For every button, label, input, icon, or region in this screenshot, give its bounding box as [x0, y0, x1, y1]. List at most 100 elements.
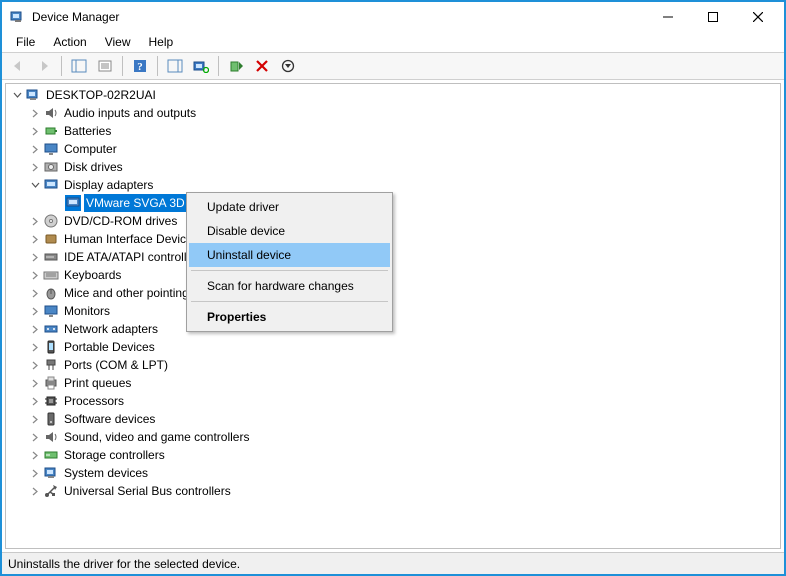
- maximize-button[interactable]: [690, 3, 735, 31]
- tree-label: Universal Serial Bus controllers: [62, 482, 233, 500]
- disable-device-button[interactable]: [276, 55, 300, 77]
- chevron-right-icon[interactable]: [28, 322, 42, 336]
- chevron-right-icon[interactable]: [28, 394, 42, 408]
- tree-label: VMware SVGA 3D: [84, 194, 187, 212]
- tree-label: Display adapters: [62, 176, 155, 194]
- tree-sound[interactable]: Sound, video and game controllers: [6, 428, 780, 446]
- software-device-icon: [43, 411, 59, 427]
- sound-icon: [43, 429, 59, 445]
- tree-monitors[interactable]: Monitors: [6, 302, 780, 320]
- chevron-right-icon[interactable]: [28, 106, 42, 120]
- disk-icon: [43, 159, 59, 175]
- tree-network[interactable]: Network adapters: [6, 320, 780, 338]
- chevron-right-icon[interactable]: [28, 466, 42, 480]
- chevron-right-icon[interactable]: [28, 232, 42, 246]
- menu-action[interactable]: Action: [45, 33, 94, 51]
- show-hide-console-tree-button[interactable]: [67, 55, 91, 77]
- ctx-scan-hardware[interactable]: Scan for hardware changes: [189, 274, 390, 298]
- properties-button[interactable]: [93, 55, 117, 77]
- ctx-properties[interactable]: Properties: [189, 305, 390, 329]
- uninstall-device-button[interactable]: [250, 55, 274, 77]
- tree-root[interactable]: DESKTOP-02R2UAI: [6, 86, 780, 104]
- tree-processors[interactable]: Processors: [6, 392, 780, 410]
- hid-icon: [43, 231, 59, 247]
- device-manager-window: Device Manager File Action View Help: [0, 0, 786, 576]
- tree-label: Monitors: [62, 302, 112, 320]
- tree-display-child[interactable]: VMware SVGA 3D: [6, 194, 780, 212]
- status-text: Uninstalls the driver for the selected d…: [8, 557, 240, 571]
- menu-view[interactable]: View: [97, 33, 139, 51]
- close-button[interactable]: [735, 3, 780, 31]
- titlebar: Device Manager: [2, 2, 784, 32]
- scan-hardware-button[interactable]: [189, 55, 213, 77]
- action-pane-button[interactable]: [163, 55, 187, 77]
- tree-label: Storage controllers: [62, 446, 167, 464]
- network-icon: [43, 321, 59, 337]
- chevron-right-icon[interactable]: [28, 160, 42, 174]
- tree-audio[interactable]: Audio inputs and outputs: [6, 104, 780, 122]
- help-button[interactable]: ?: [128, 55, 152, 77]
- twisty-none: [50, 196, 64, 210]
- tree-label: Audio inputs and outputs: [62, 104, 198, 122]
- port-icon: [43, 357, 59, 373]
- menu-help[interactable]: Help: [141, 33, 182, 51]
- display-adapter-icon: [43, 177, 59, 193]
- tree-portable[interactable]: Portable Devices: [6, 338, 780, 356]
- tree-disks[interactable]: Disk drives: [6, 158, 780, 176]
- keyboard-icon: [43, 267, 59, 283]
- tree-print[interactable]: Print queues: [6, 374, 780, 392]
- tree-label: Batteries: [62, 122, 113, 140]
- app-icon: [10, 9, 26, 25]
- tree-software[interactable]: Software devices: [6, 410, 780, 428]
- system-device-icon: [43, 465, 59, 481]
- menu-file[interactable]: File: [8, 33, 43, 51]
- back-button: [6, 55, 30, 77]
- chevron-right-icon[interactable]: [28, 358, 42, 372]
- tree-batteries[interactable]: Batteries: [6, 122, 780, 140]
- tree-usb[interactable]: Universal Serial Bus controllers: [6, 482, 780, 500]
- chevron-down-icon[interactable]: [28, 178, 42, 192]
- tree-keyboards[interactable]: Keyboards: [6, 266, 780, 284]
- update-driver-button[interactable]: [224, 55, 248, 77]
- chevron-right-icon[interactable]: [28, 124, 42, 138]
- chevron-right-icon[interactable]: [28, 250, 42, 264]
- tree-label: Portable Devices: [62, 338, 157, 356]
- tree-dvd[interactable]: DVD/CD-ROM drives: [6, 212, 780, 230]
- toolbar: ?: [2, 52, 784, 80]
- window-title: Device Manager: [32, 10, 119, 24]
- tree-storage[interactable]: Storage controllers: [6, 446, 780, 464]
- tree-ports[interactable]: Ports (COM & LPT): [6, 356, 780, 374]
- ctx-uninstall-device[interactable]: Uninstall device: [189, 243, 390, 267]
- tree-mice[interactable]: Mice and other pointing devices: [6, 284, 780, 302]
- chevron-right-icon[interactable]: [28, 268, 42, 282]
- chevron-right-icon[interactable]: [28, 340, 42, 354]
- chevron-right-icon[interactable]: [28, 304, 42, 318]
- speaker-icon: [43, 105, 59, 121]
- monitor-icon: [43, 141, 59, 157]
- chevron-right-icon[interactable]: [28, 376, 42, 390]
- tree-label: Keyboards: [62, 266, 123, 284]
- ctx-disable-device[interactable]: Disable device: [189, 219, 390, 243]
- display-adapter-icon: [65, 195, 81, 211]
- minimize-button[interactable]: [645, 3, 690, 31]
- ctx-update-driver[interactable]: Update driver: [189, 195, 390, 219]
- tree-hid[interactable]: Human Interface Devices: [6, 230, 780, 248]
- tree-ide[interactable]: IDE ATA/ATAPI controllers: [6, 248, 780, 266]
- device-tree-pane[interactable]: DESKTOP-02R2UAI Audio inputs and outputs…: [5, 83, 781, 549]
- chevron-right-icon[interactable]: [28, 142, 42, 156]
- chevron-right-icon[interactable]: [28, 430, 42, 444]
- usb-icon: [43, 483, 59, 499]
- tree-computer[interactable]: Computer: [6, 140, 780, 158]
- tree-label: DVD/CD-ROM drives: [62, 212, 179, 230]
- monitor-icon: [43, 303, 59, 319]
- tree-display-adapters[interactable]: Display adapters: [6, 176, 780, 194]
- chevron-right-icon[interactable]: [28, 484, 42, 498]
- chevron-right-icon[interactable]: [28, 214, 42, 228]
- chevron-down-icon[interactable]: [10, 88, 24, 102]
- chevron-right-icon[interactable]: [28, 448, 42, 462]
- chevron-right-icon[interactable]: [28, 412, 42, 426]
- storage-controller-icon: [43, 447, 59, 463]
- context-menu: Update driver Disable device Uninstall d…: [186, 192, 393, 332]
- tree-system[interactable]: System devices: [6, 464, 780, 482]
- chevron-right-icon[interactable]: [28, 286, 42, 300]
